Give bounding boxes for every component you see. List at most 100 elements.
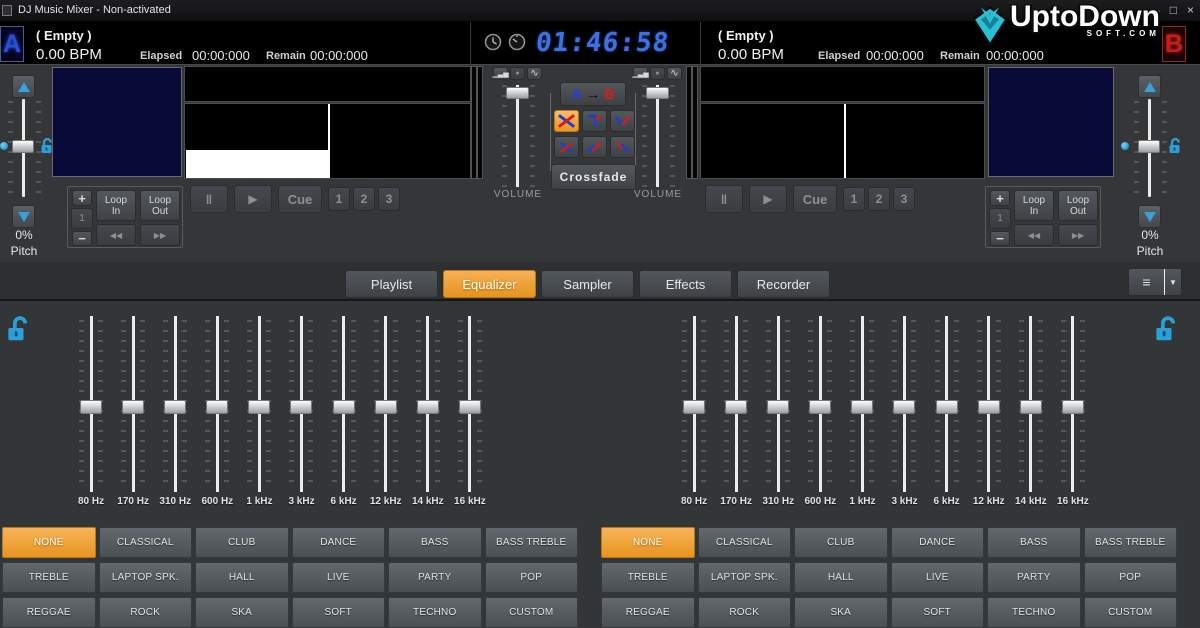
playlist-view-split-button[interactable]: ≡ ▼ (1128, 268, 1182, 296)
eq-slider[interactable] (112, 316, 154, 492)
preset-button[interactable]: HALL (794, 562, 888, 593)
deck-b-rewind-button[interactable]: ◀◀ (1014, 224, 1054, 246)
preset-button[interactable]: REGGAE (2, 597, 96, 628)
deck-a-pitch-handle[interactable] (12, 140, 34, 153)
deck-b-hotcue-button[interactable]: 3 (893, 187, 915, 211)
preset-button[interactable]: TECHNO (388, 597, 482, 628)
preset-button[interactable]: BASS TREBLE (1084, 527, 1178, 558)
tab[interactable]: Effects (639, 270, 732, 298)
preset-button[interactable]: POP (485, 562, 579, 593)
eq-slider-handle[interactable] (893, 400, 915, 414)
eq-bars-icon[interactable]: ▁▃▅ (633, 67, 648, 80)
preset-button[interactable]: SOFT (292, 597, 386, 628)
eq-slider-handle[interactable] (248, 400, 270, 414)
eq-slider-handle[interactable] (122, 400, 144, 414)
preset-button[interactable]: DANCE (292, 527, 386, 558)
eq-slider-handle[interactable] (459, 400, 481, 414)
deck-a-hotcue-button[interactable]: 2 (353, 187, 375, 211)
mute-knob-icon[interactable]: ● (510, 67, 525, 80)
deck-a-loop-out-button[interactable]: Loop Out (140, 190, 180, 221)
preset-button[interactable]: TECHNO (987, 597, 1081, 628)
deck-b-waveform-overview[interactable] (700, 66, 985, 102)
deck-b-loop-plus-button[interactable]: + (990, 190, 1010, 206)
eq-slider-handle[interactable] (767, 400, 789, 414)
deck-a-rewind-button[interactable]: ◀◀ (96, 224, 136, 246)
eq-slider-handle[interactable] (978, 400, 1000, 414)
preset-button[interactable]: NONE (2, 527, 96, 558)
eq-slider[interactable] (673, 316, 715, 492)
deck-a-waveform-main[interactable] (184, 103, 471, 179)
preset-button[interactable]: POP (1084, 562, 1178, 593)
eq-slider[interactable] (154, 316, 196, 492)
preset-button[interactable]: CLASSICAL (698, 527, 792, 558)
eq-slider[interactable] (883, 316, 925, 492)
preset-button[interactable]: BASS (388, 527, 482, 558)
deck-a-waveform-overview[interactable] (184, 66, 471, 102)
deck-b-volume-handle[interactable] (646, 87, 669, 99)
tab[interactable]: Sampler (541, 270, 634, 298)
preset-button[interactable]: CUSTOM (1084, 597, 1178, 628)
deck-b-pause-button[interactable]: ‖ (705, 185, 743, 213)
eq-slider[interactable] (280, 316, 322, 492)
preset-button[interactable]: HALL (195, 562, 289, 593)
eq-slider[interactable] (1052, 316, 1094, 492)
tab[interactable]: Playlist (345, 270, 438, 298)
preset-button[interactable]: SKA (195, 597, 289, 628)
preset-button[interactable]: TREBLE (601, 562, 695, 593)
crossfade-curve-rise-button[interactable] (582, 136, 607, 158)
eq-slider[interactable] (323, 316, 365, 492)
deck-a-pitch-up-button[interactable] (12, 75, 35, 98)
preset-button[interactable]: REGGAE (601, 597, 695, 628)
close-button[interactable]: × (1187, 2, 1194, 18)
eq-slider-handle[interactable] (809, 400, 831, 414)
tab[interactable]: Equalizer (443, 270, 536, 298)
preset-button[interactable]: CLUB (195, 527, 289, 558)
deck-b-pitch-lock-icon[interactable] (1168, 137, 1182, 154)
preset-button[interactable]: TREBLE (2, 562, 96, 593)
eq-slider[interactable] (238, 316, 280, 492)
eq-slider[interactable] (841, 316, 883, 492)
preset-button[interactable]: CUSTOM (485, 597, 579, 628)
deck-b-loop-minus-button[interactable]: − (990, 231, 1010, 246)
timer-icon[interactable] (508, 33, 526, 51)
crossfade-curve-cross-button[interactable] (554, 136, 579, 158)
deck-a-forward-button[interactable]: ▶▶ (140, 224, 180, 246)
deck-b-hotcue-button[interactable]: 1 (843, 187, 865, 211)
eq-right-lock-icon[interactable] (1154, 315, 1176, 341)
maximize-button[interactable]: □ (1170, 2, 1177, 18)
eq-slider[interactable] (968, 316, 1010, 492)
preset-button[interactable]: PARTY (987, 562, 1081, 593)
eq-slider-handle[interactable] (375, 400, 397, 414)
eq-slider[interactable] (757, 316, 799, 492)
eq-slider[interactable] (449, 316, 491, 492)
preset-button[interactable]: BASS TREBLE (485, 527, 579, 558)
deck-b-pitch-handle[interactable] (1138, 140, 1160, 153)
deck-a-loop-plus-button[interactable]: + (72, 190, 92, 206)
preset-button[interactable]: CLUB (794, 527, 888, 558)
preset-button[interactable]: ROCK (698, 597, 792, 628)
preset-button[interactable]: LIVE (891, 562, 985, 593)
eq-slider-handle[interactable] (725, 400, 747, 414)
clock-icon[interactable] (484, 33, 502, 51)
deck-b-waveform-main[interactable] (700, 103, 985, 179)
deck-b-play-button[interactable]: ▶ (749, 185, 787, 213)
eq-slider-handle[interactable] (936, 400, 958, 414)
mute-knob-icon[interactable]: ● (650, 67, 665, 80)
eq-slider-handle[interactable] (1020, 400, 1042, 414)
eq-slider[interactable] (926, 316, 968, 492)
wave-icon[interactable]: ∿ (667, 67, 682, 80)
preset-button[interactable]: LAPTOP SPK. (698, 562, 792, 593)
deck-a-pitch-down-button[interactable] (12, 205, 35, 228)
deck-a-loop-in-button[interactable]: Loop In (96, 190, 136, 221)
deck-a-loop-minus-button[interactable]: − (72, 231, 92, 246)
eq-slider-handle[interactable] (851, 400, 873, 414)
eq-slider-handle[interactable] (683, 400, 705, 414)
eq-slider[interactable] (365, 316, 407, 492)
deck-b-volume-slider[interactable] (656, 85, 659, 187)
eq-slider[interactable] (799, 316, 841, 492)
deck-a-hotcue-button[interactable]: 1 (328, 187, 350, 211)
preset-button[interactable]: PARTY (388, 562, 482, 593)
preset-button[interactable]: SKA (794, 597, 888, 628)
preset-button[interactable]: NONE (601, 527, 695, 558)
preset-button[interactable]: BASS (987, 527, 1081, 558)
